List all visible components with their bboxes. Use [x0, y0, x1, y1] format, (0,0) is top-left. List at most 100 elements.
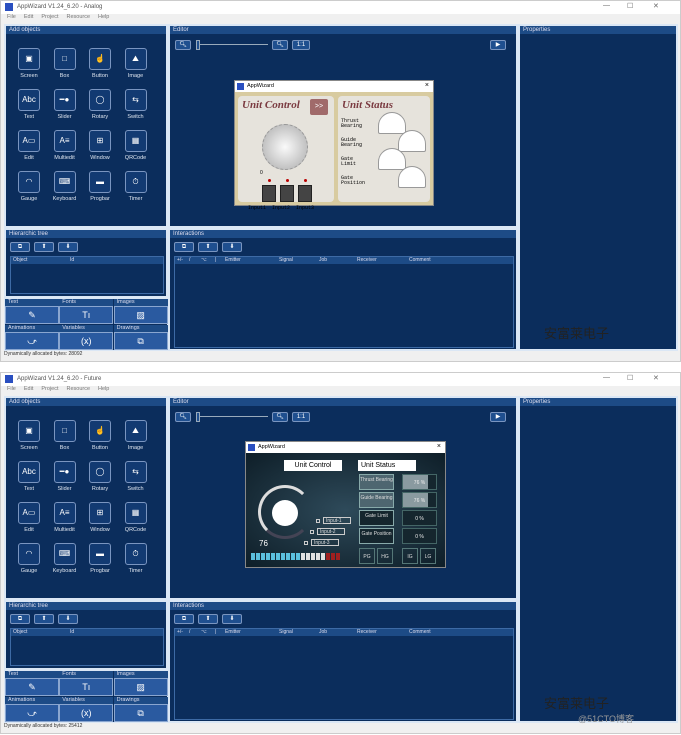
object-keyboard[interactable]: ⌨ Keyboard [48, 171, 82, 202]
object-text[interactable]: Abc Text [12, 89, 46, 120]
menu-project[interactable]: Project [41, 14, 58, 20]
status-label-button[interactable]: Gate Limit [359, 510, 394, 526]
move-up-button[interactable]: ⬆ [34, 242, 54, 252]
move-down-button[interactable]: ⬇ [222, 614, 242, 624]
menu-project[interactable]: Project [41, 386, 58, 392]
menu-edit[interactable]: Edit [24, 14, 33, 20]
input-button[interactable] [298, 185, 312, 202]
object-qrcode[interactable]: ▦ QRCode [119, 130, 153, 161]
resource-fonts-button[interactable]: Tı [59, 678, 114, 696]
object-window[interactable]: ⊞ Window [83, 502, 117, 533]
status-label-button[interactable]: Thrust Bearing [359, 474, 394, 490]
object-screen[interactable]: ▣ Screen [12, 420, 46, 451]
move-down-button[interactable]: ⬇ [222, 242, 242, 252]
input-field[interactable]: Input-2 [317, 528, 345, 535]
object-edit[interactable]: A▭ Edit [12, 130, 46, 161]
status-label-button[interactable]: Guide Bearing [359, 492, 394, 508]
object-image[interactable]: ⛰ Image [119, 48, 153, 79]
object-button[interactable]: ☝ Button [83, 420, 117, 451]
zoom-out-button[interactable]: 🔍︎ [175, 40, 191, 50]
move-up-button[interactable]: ⬆ [34, 614, 54, 624]
menu-resource[interactable]: Resource [66, 14, 90, 20]
input-checkbox[interactable] [316, 519, 320, 523]
copy-button[interactable]: ⧉ [10, 614, 30, 624]
object-edit[interactable]: A▭ Edit [12, 502, 46, 533]
zoom-slider-handle[interactable] [196, 40, 200, 50]
copy-button[interactable]: ⧉ [174, 242, 194, 252]
play-button[interactable]: ▶ [490, 40, 506, 50]
object-switch[interactable]: ⇆ Switch [119, 89, 153, 120]
resource-variables-button[interactable]: (x) [59, 704, 114, 722]
object-rotary[interactable]: ◯ Rotary [83, 461, 117, 492]
pg-button[interactable]: PG [359, 548, 375, 564]
rotary-knob[interactable] [262, 124, 308, 170]
minimize-button[interactable]: — [603, 374, 610, 381]
resource-drawings-button[interactable]: ⧉ [113, 704, 168, 722]
menu-file[interactable]: File [7, 14, 16, 20]
move-up-button[interactable]: ⬆ [198, 614, 218, 624]
minimize-button[interactable]: — [603, 2, 610, 9]
zoom-out-button[interactable]: 🔍︎ [175, 412, 191, 422]
maximize-button[interactable]: ☐ [627, 2, 633, 10]
zoom-in-button[interactable]: 🔍︎ [272, 40, 288, 50]
resource-animations-button[interactable]: ⤻ [5, 704, 59, 722]
object-button[interactable]: ☝ Button [83, 48, 117, 79]
object-window[interactable]: ⊞ Window [83, 130, 117, 161]
menu-edit[interactable]: Edit [24, 386, 33, 392]
object-timer[interactable]: ⏱ Timer [119, 543, 153, 574]
menu-file[interactable]: File [7, 386, 16, 392]
zoom-slider[interactable] [196, 416, 268, 417]
copy-button[interactable]: ⧉ [10, 242, 30, 252]
close-button[interactable]: ✕ [653, 2, 659, 10]
next-button[interactable]: >> [310, 99, 328, 115]
object-gauge[interactable]: ◠ Gauge [12, 543, 46, 574]
menu-resource[interactable]: Resource [66, 386, 90, 392]
object-rotary[interactable]: ◯ Rotary [83, 89, 117, 120]
object-screen[interactable]: ▣ Screen [12, 48, 46, 79]
resource-text-button[interactable]: ✎ [5, 678, 59, 696]
hg-button[interactable]: HG [377, 548, 393, 564]
zoom-slider-handle[interactable] [196, 412, 200, 422]
object-gauge[interactable]: ◠ Gauge [12, 171, 46, 202]
status-label-button[interactable]: Gate Position [359, 528, 394, 544]
resource-drawings-button[interactable]: ⧉ [113, 332, 168, 350]
resource-images-button[interactable]: ▨ [113, 678, 168, 696]
object-text[interactable]: Abc Text [12, 461, 46, 492]
input-checkbox[interactable] [304, 541, 308, 545]
menu-help[interactable]: Help [98, 386, 109, 392]
resource-images-button[interactable]: ▨ [113, 306, 168, 324]
object-box[interactable]: □ Box [48, 48, 82, 79]
object-multiedit[interactable]: A≡ Multiedit [48, 130, 82, 161]
resource-fonts-button[interactable]: Tı [59, 306, 114, 324]
lg-button[interactable]: LG [420, 548, 436, 564]
object-switch[interactable]: ⇆ Switch [119, 461, 153, 492]
dialog-close-button[interactable]: × [425, 82, 429, 89]
move-down-button[interactable]: ⬇ [58, 614, 78, 624]
object-multiedit[interactable]: A≡ Multiedit [48, 502, 82, 533]
menu-help[interactable]: Help [98, 14, 109, 20]
zoom-in-button[interactable]: 🔍︎ [272, 412, 288, 422]
resource-variables-button[interactable]: (x) [59, 332, 114, 350]
resource-text-button[interactable]: ✎ [5, 306, 59, 324]
zoom-slider[interactable] [196, 44, 268, 45]
zoom-reset-button[interactable]: 1:1 [292, 40, 310, 50]
input-field[interactable]: Input-1 [323, 517, 351, 524]
input-button[interactable] [280, 185, 294, 202]
dialog-close-button[interactable]: × [437, 443, 441, 450]
object-progbar[interactable]: ▬ Progbar [83, 171, 117, 202]
object-keyboard[interactable]: ⌨ Keyboard [48, 543, 82, 574]
object-slider[interactable]: ━● Slider [48, 89, 82, 120]
object-qrcode[interactable]: ▦ QRCode [119, 502, 153, 533]
play-button[interactable]: ▶ [490, 412, 506, 422]
move-up-button[interactable]: ⬆ [198, 242, 218, 252]
maximize-button[interactable]: ☐ [627, 374, 633, 382]
input-field[interactable]: Input-3 [311, 539, 339, 546]
object-box[interactable]: □ Box [48, 420, 82, 451]
object-progbar[interactable]: ▬ Progbar [83, 543, 117, 574]
input-button[interactable] [262, 185, 276, 202]
copy-button[interactable]: ⧉ [174, 614, 194, 624]
object-image[interactable]: ⛰ Image [119, 420, 153, 451]
object-slider[interactable]: ━● Slider [48, 461, 82, 492]
resource-animations-button[interactable]: ⤻ [5, 332, 59, 350]
close-button[interactable]: ✕ [653, 374, 659, 382]
